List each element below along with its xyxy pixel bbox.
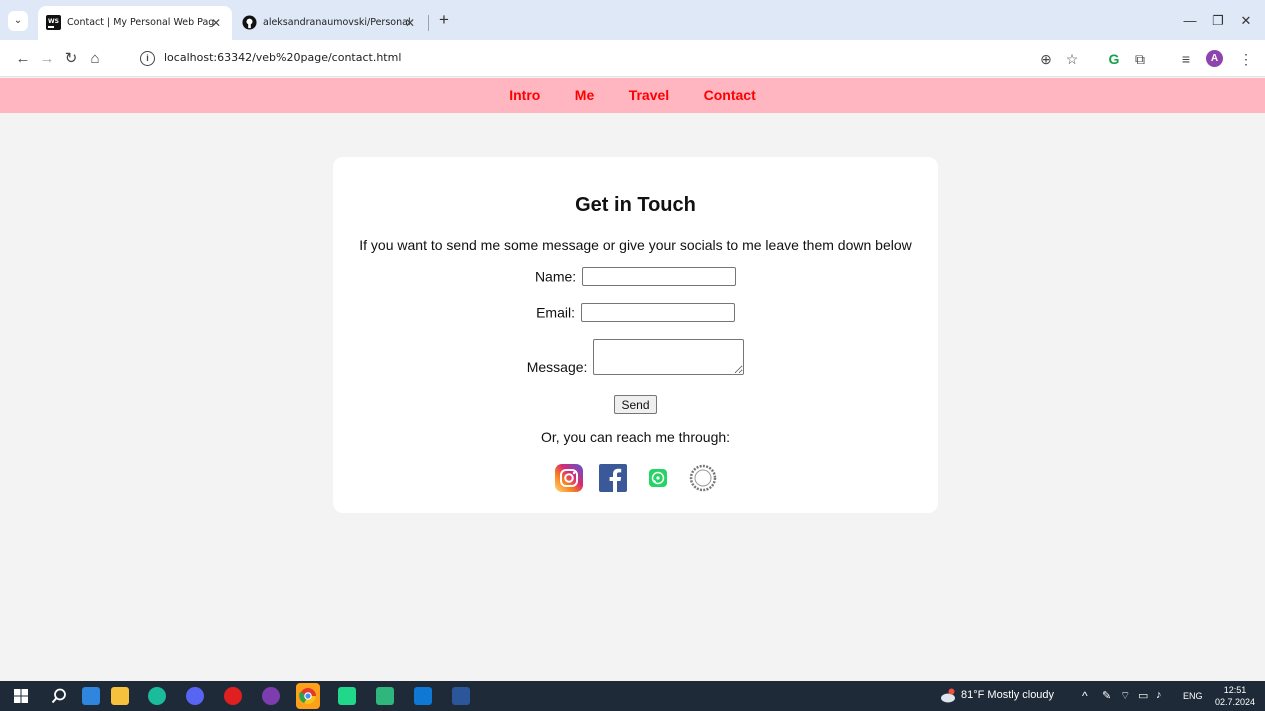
chrome-active-icon[interactable] [296, 683, 320, 709]
viber-icon[interactable] [262, 687, 280, 705]
name-row: Name: [333, 267, 938, 286]
weather-cloud-icon[interactable] [938, 687, 956, 705]
edge-browser-icon[interactable] [148, 687, 166, 705]
tab-close-icon[interactable]: ✕ [402, 15, 418, 31]
pen-icon[interactable]: ✎ [1102, 689, 1111, 702]
clock-time: 12:51 [1223, 685, 1247, 695]
grammarly-icon[interactable]: G [1104, 49, 1124, 69]
tray-chevron-icon[interactable]: ^ [1082, 689, 1088, 703]
nav-travel-link[interactable]: Travel [629, 78, 669, 113]
close-window-button[interactable]: ✕ [1234, 10, 1258, 32]
nav-intro-link[interactable]: Intro [509, 78, 540, 113]
weather-text[interactable]: 81°F Mostly cloudy [961, 689, 1054, 701]
facebook-icon[interactable] [598, 463, 628, 493]
github-favicon-icon [242, 15, 257, 30]
tab-close-icon[interactable]: ✕ [208, 15, 224, 31]
url-text: localhost:63342/veb%20page/contact.html [164, 51, 402, 64]
word-icon[interactable] [452, 687, 470, 705]
instagram-icon[interactable] [554, 463, 584, 493]
site-info-icon[interactable]: i [140, 51, 155, 66]
windows-taskbar: 81°F Mostly cloudy ^ ✎ ⌔ ▭ ♪ ENG 12:51 0… [0, 681, 1265, 711]
contact-intro-text: If you want to send me some message or g… [359, 237, 912, 253]
whatsapp-icon[interactable] [643, 463, 673, 493]
media-player-icon[interactable] [82, 687, 100, 705]
opera-icon[interactable] [224, 687, 242, 705]
zoom-icon[interactable]: ⊕ [1036, 49, 1056, 69]
email-label: Email: [536, 304, 575, 321]
home-icon[interactable]: ⌂ [84, 48, 106, 70]
reading-list-icon[interactable]: ≡ [1176, 49, 1196, 69]
email-input[interactable] [580, 303, 735, 322]
extensions-icon[interactable]: ⧉ [1130, 49, 1150, 69]
webstorm-favicon-icon: WS [46, 15, 61, 30]
threads-icon[interactable] [688, 463, 718, 493]
windows-start-icon[interactable] [12, 687, 30, 705]
menu-kebab-icon[interactable]: ⋮ [1236, 49, 1256, 69]
new-tab-button[interactable]: + [434, 10, 454, 30]
system-clock[interactable]: 12:51 02.7.2024 [1215, 684, 1255, 708]
language-indicator[interactable]: ENG [1183, 691, 1203, 701]
profile-avatar[interactable]: A [1206, 50, 1223, 67]
browser-tab-strip: ⌄ WS Contact | My Personal Web Pag ✕ ale… [0, 0, 1265, 40]
tab-title: Contact | My Personal Web Pag [67, 17, 215, 28]
minimize-button[interactable]: — [1178, 10, 1202, 32]
browser-toolbar: ← → ↻ ⌂ i localhost:63342/veb%20page/con… [0, 40, 1265, 77]
tab-title: aleksandranaumovski/Personal [263, 17, 411, 28]
reach-me-text: Or, you can reach me through: [540, 429, 731, 445]
message-row: Message: [333, 339, 938, 375]
tab-contact[interactable]: WS Contact | My Personal Web Pag ✕ [38, 6, 232, 40]
clion-icon[interactable] [376, 687, 394, 705]
message-label: Message: [526, 359, 588, 375]
svg-text:WS: WS [48, 18, 59, 25]
search-icon[interactable] [50, 687, 68, 705]
contact-card: Get in Touch If you want to send me some… [333, 157, 938, 513]
restore-button[interactable]: ❐ [1206, 10, 1230, 32]
wifi-icon[interactable]: ⌔ [1120, 689, 1130, 703]
speaker-icon[interactable]: ♪ [1156, 689, 1162, 701]
message-textarea[interactable] [593, 339, 745, 375]
name-input[interactable] [582, 267, 737, 286]
webstorm-taskbar-icon[interactable] [338, 687, 356, 705]
tab-search-button[interactable]: ⌄ [8, 11, 28, 31]
tab-github[interactable]: aleksandranaumovski/Personal ✕ [234, 6, 426, 40]
reload-icon[interactable]: ↻ [60, 48, 82, 70]
email-row: Email: [333, 303, 938, 322]
name-label: Name: [534, 268, 577, 285]
tab-separator [428, 15, 429, 31]
address-bar[interactable]: i localhost:63342/veb%20page/contact.htm… [134, 45, 1094, 72]
page-title: Get in Touch [575, 194, 696, 216]
clock-date: 02.7.2024 [1215, 697, 1256, 707]
forward-arrow-icon[interactable]: → [36, 48, 58, 70]
file-explorer-icon[interactable] [111, 687, 129, 705]
nav-contact-link[interactable]: Contact [704, 78, 756, 113]
nav-me-link[interactable]: Me [575, 78, 594, 113]
outlook-icon[interactable] [414, 687, 432, 705]
send-button[interactable]: Send [614, 395, 657, 414]
site-navigation: Intro Me Travel Contact [0, 78, 1265, 113]
discord-icon[interactable] [186, 687, 204, 705]
battery-icon[interactable]: ▭ [1138, 689, 1148, 702]
back-arrow-icon[interactable]: ← [12, 48, 34, 70]
bookmark-star-icon[interactable]: ☆ [1062, 49, 1082, 69]
